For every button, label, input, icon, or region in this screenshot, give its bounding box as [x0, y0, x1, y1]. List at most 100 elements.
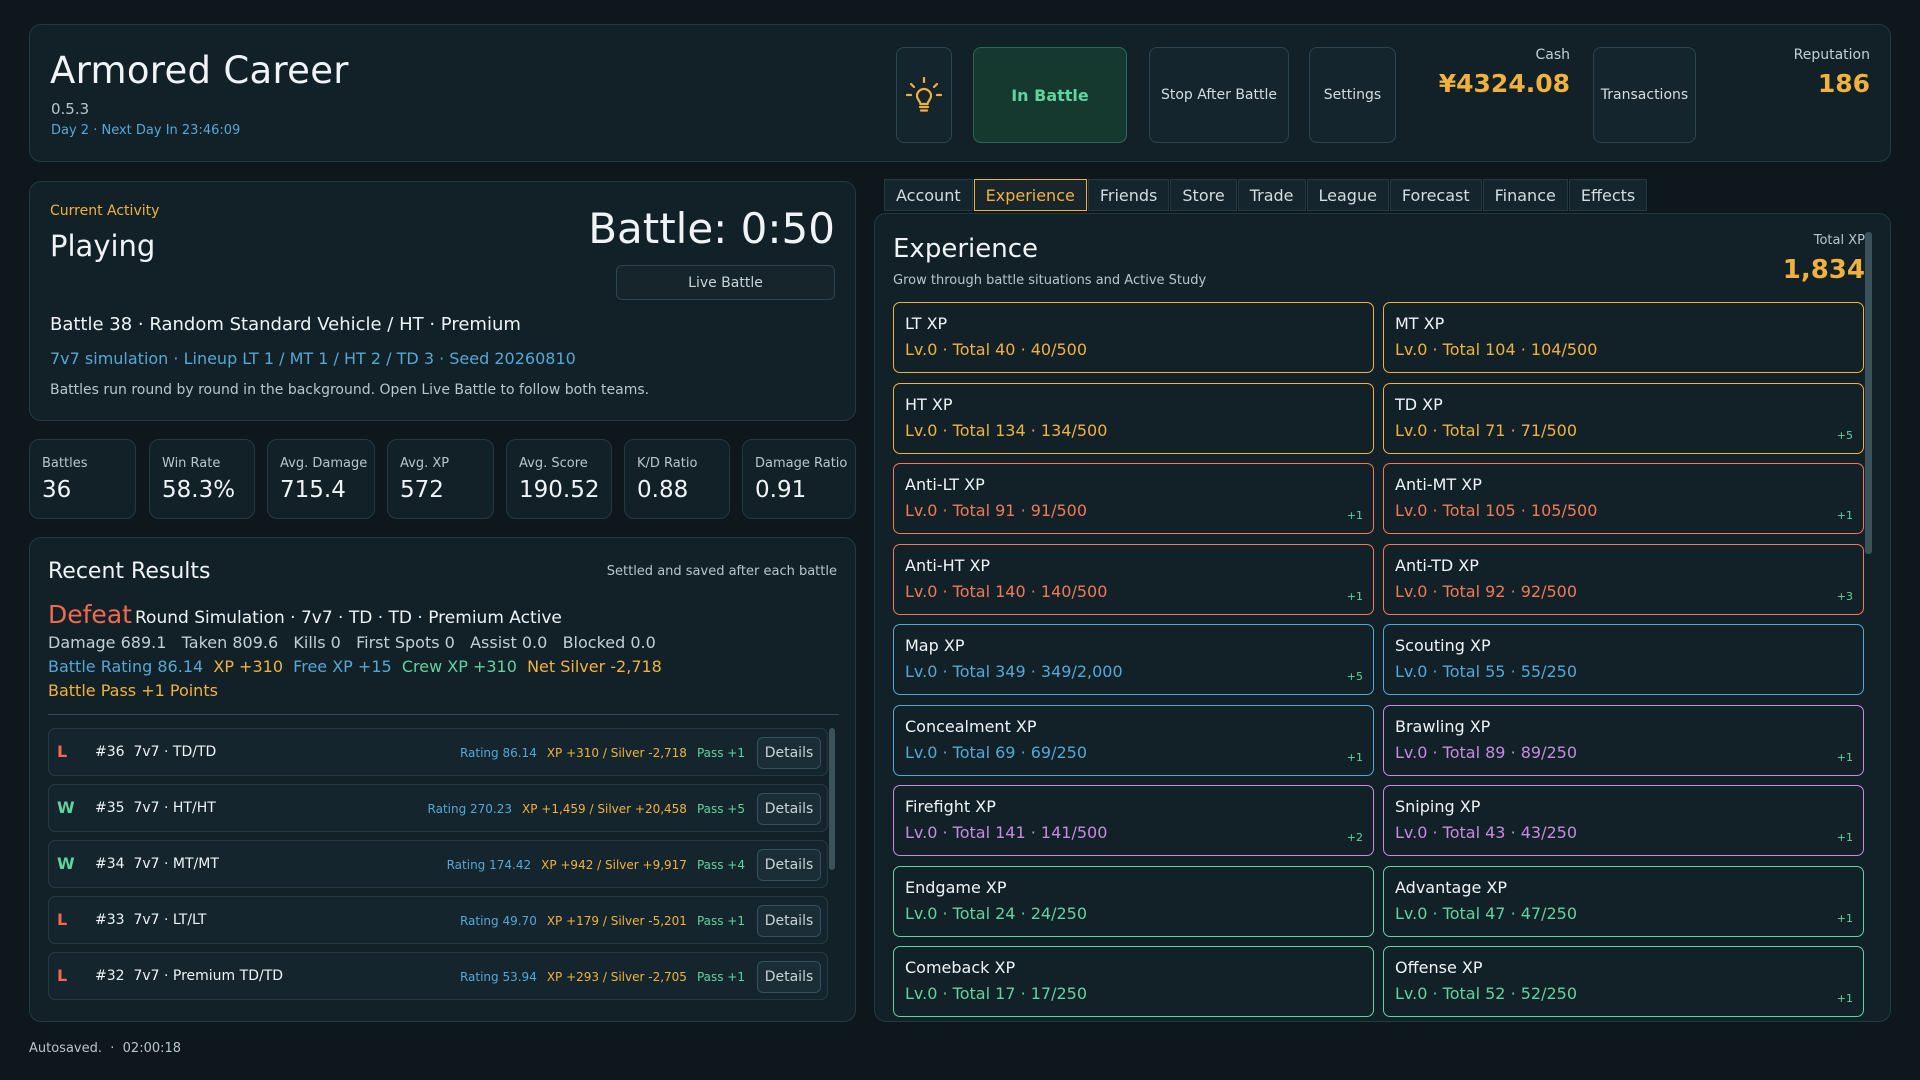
xp-name: Anti-TD XP: [1395, 555, 1479, 575]
result-rating: Rating 49.70: [459, 914, 537, 928]
xp-name: Sniping XP: [1395, 797, 1481, 816]
xp-delta: +1: [1346, 589, 1363, 603]
result-meta: Rating 53.94 XP +293 / Silver -2,705 Pass …: [450, 970, 745, 984]
xp-card[interactable]: Concealment XP Lv.0 · Total 69 · 69/250 +1: [893, 704, 1374, 776]
transactions-button[interactable]: Transactions: [1593, 47, 1696, 143]
xp-card[interactable]: Anti-TD XP Lv.0 · Total 92 · 92/500 +3: [1383, 543, 1864, 615]
lightbulb-icon: [905, 76, 943, 112]
xp-card[interactable]: LT XP Lv.0 · Total 40 · 40/500: [893, 302, 1374, 373]
xp-card[interactable]: Scouting XP Lv.0 · Total 55 · 55/250: [1383, 624, 1864, 695]
result-meta: Rating 174.42 XP +942 / Silver +9,917 Pass…: [437, 858, 745, 872]
stat-value: 190.52: [519, 477, 600, 503]
live-battle-button[interactable]: Live Battle: [616, 265, 835, 300]
xp-delta: +1: [1836, 911, 1853, 925]
tab-forecast[interactable]: Forecast: [1389, 179, 1482, 211]
tab-experience[interactable]: Experience: [973, 179, 1087, 211]
tip-button[interactable]: [896, 47, 952, 143]
day-info: Day 2 · Next Day In 23:46:09: [51, 123, 241, 138]
result-rating: Rating 86.14: [459, 746, 537, 760]
details-button[interactable]: Details: [757, 793, 821, 825]
xp-card[interactable]: Brawling XP Lv.0 · Total 89 · 89/250 +1: [1383, 704, 1864, 776]
xp-card[interactable]: Anti-LT XP Lv.0 · Total 91 · 91/500 +1: [893, 463, 1374, 534]
xp-card[interactable]: HT XP Lv.0 · Total 134 · 134/500: [893, 382, 1374, 454]
experience-scrollbar[interactable]: [1865, 232, 1872, 554]
last-battle-rewards: Battle Rating 86.14 XP +310 Free XP +15 …: [48, 657, 662, 676]
xp-delta: +3: [1836, 589, 1853, 603]
xp-reward: XP +310: [213, 657, 283, 676]
result-pass: Pass +1: [696, 914, 745, 928]
xp-card[interactable]: Firefight XP Lv.0 · Total 141 · 141/500 +2: [893, 785, 1374, 856]
xp-progress: Lv.0 · Total 69 · 69/250: [905, 742, 1088, 762]
last-battle-stats: Damage 689.1 Taken 809.6 Kills 0 First S…: [48, 633, 656, 652]
xp-delta: +1: [1836, 750, 1853, 764]
cash-label: Cash: [1535, 47, 1570, 63]
cash-value: ¥4324.08: [1438, 69, 1570, 98]
result-title: #35 7v7 · HT/HT: [95, 800, 216, 816]
xp-delta: +1: [1836, 509, 1853, 522]
xp-progress: Lv.0 · Total 24 · 24/250: [905, 903, 1088, 923]
details-button[interactable]: Details: [757, 961, 821, 993]
details-button[interactable]: Details: [757, 849, 821, 881]
xp-delta: +5: [1346, 670, 1363, 683]
xp-card[interactable]: Sniping XP Lv.0 · Total 43 · 43/250 +1: [1383, 785, 1864, 856]
details-button[interactable]: Details: [757, 737, 821, 769]
stat-value: 715.4: [280, 477, 346, 503]
xp-delta: +1: [1346, 750, 1363, 764]
xp-card[interactable]: Advantage XP Lv.0 · Total 47 · 47/250 +1: [1383, 865, 1864, 937]
xp-card[interactable]: TD XP Lv.0 · Total 71 · 71/500 +5: [1383, 382, 1864, 454]
tab-league[interactable]: League: [1306, 179, 1389, 211]
tab-store[interactable]: Store: [1170, 179, 1237, 211]
stat-label: Battles: [42, 456, 88, 471]
xp-progress: Lv.0 · Total 55 · 55/250: [1395, 662, 1578, 681]
result-xp: XP +293 / Silver -2,705: [546, 970, 687, 984]
xp-card[interactable]: Anti-MT XP Lv.0 · Total 105 · 105/500 +1: [1383, 463, 1864, 534]
results-scrollbar[interactable]: [829, 728, 835, 870]
details-button[interactable]: Details: [757, 905, 821, 937]
reputation-label: Reputation: [1793, 47, 1870, 63]
battle-rating: Battle Rating 86.14: [48, 657, 204, 676]
net-silver: Net Silver -2,718: [527, 657, 662, 676]
xp-card[interactable]: MT XP Lv.0 · Total 104 · 104/500: [1383, 302, 1864, 373]
stop-after-battle-button[interactable]: Stop After Battle: [1149, 47, 1289, 143]
xp-card[interactable]: Comeback XP Lv.0 · Total 17 · 17/250: [893, 946, 1374, 1017]
xp-name: Anti-LT XP: [905, 475, 985, 494]
xp-delta: +5: [1836, 428, 1853, 442]
result-pass: Pass +5: [696, 802, 745, 816]
xp-name: Brawling XP: [1395, 716, 1491, 736]
stat-value: 36: [42, 477, 72, 503]
tab-friends[interactable]: Friends: [1087, 179, 1170, 211]
stat-label: Avg. Score: [519, 456, 588, 471]
tab-finance[interactable]: Finance: [1482, 179, 1568, 211]
xp-progress: Lv.0 · Total 141 · 141/500: [905, 823, 1108, 842]
xp-name: Firefight XP: [905, 797, 996, 816]
result-meta: Rating 49.70 XP +179 / Silver -5,201 Pass …: [450, 914, 745, 928]
tab-trade[interactable]: Trade: [1237, 179, 1306, 211]
xp-card[interactable]: Endgame XP Lv.0 · Total 24 · 24/250: [893, 865, 1374, 937]
tab-account[interactable]: Account: [884, 179, 973, 211]
xp-card[interactable]: Map XP Lv.0 · Total 349 · 349/2,000 +5: [893, 624, 1374, 695]
xp-card[interactable]: Offense XP Lv.0 · Total 52 · 52/250 +1: [1383, 946, 1864, 1017]
result-pass: Pass +1: [696, 746, 745, 760]
settings-button[interactable]: Settings: [1309, 47, 1396, 143]
result-indicator: W: [57, 798, 75, 817]
total-xp-label: Total XP: [1813, 233, 1865, 248]
xp-name: Anti-MT XP: [1395, 475, 1482, 494]
xp-progress: Lv.0 · Total 105 · 105/500: [1395, 501, 1598, 520]
xp-progress: Lv.0 · Total 17 · 17/250: [905, 984, 1088, 1003]
xp-name: Advantage XP: [1395, 877, 1508, 897]
xp-name: Comeback XP: [905, 958, 1016, 977]
tab-effects[interactable]: Effects: [1568, 179, 1648, 211]
stat-label: Avg. XP: [400, 456, 450, 471]
recent-results-panel: Recent Results Settled and saved after e…: [29, 537, 856, 1022]
stat-value: 0.91: [755, 477, 807, 503]
result-rating: Rating 53.94: [459, 970, 537, 984]
in-battle-button[interactable]: In Battle: [973, 47, 1127, 143]
stat-label: Avg. Damage: [280, 456, 368, 471]
xp-card[interactable]: Anti-HT XP Lv.0 · Total 140 · 140/500 +1: [893, 543, 1374, 615]
recent-results-note: Settled and saved after each battle: [606, 564, 837, 579]
xp-progress: Lv.0 · Total 104 · 104/500: [1395, 340, 1598, 359]
activity-label: Current Activity: [50, 203, 160, 219]
xp-name: Map XP: [905, 636, 965, 655]
main-tabs: Account Experience Friends Store Trade L…: [884, 179, 1648, 211]
result-title: #34 7v7 · MT/MT: [95, 856, 219, 872]
